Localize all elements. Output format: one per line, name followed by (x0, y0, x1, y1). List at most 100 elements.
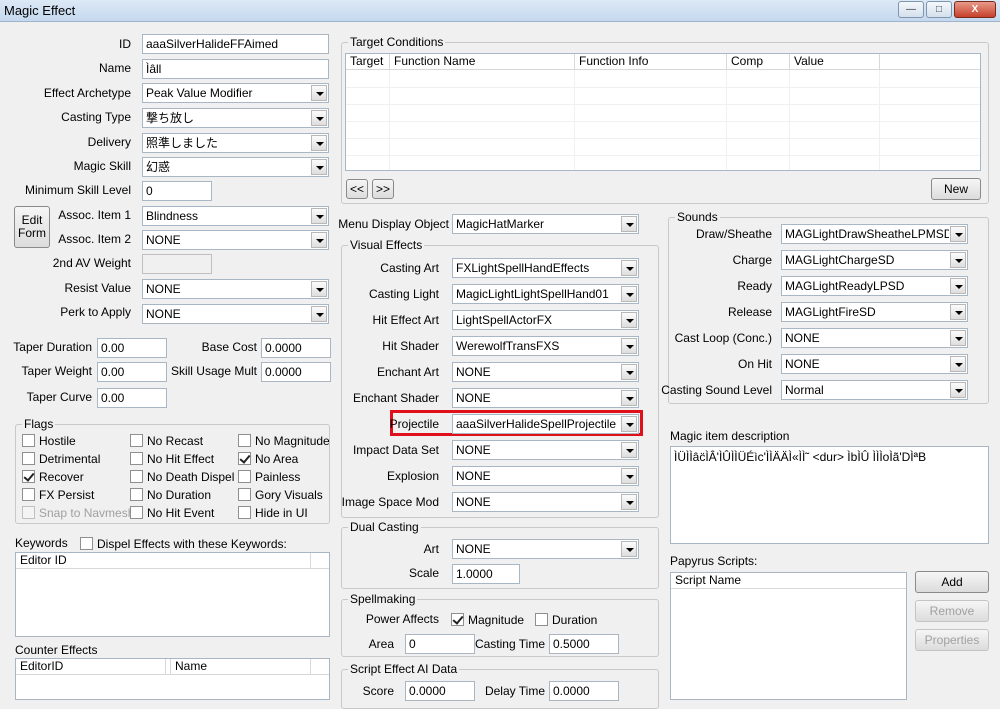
explosion-label: Explosion (386, 469, 439, 483)
maximize-button[interactable]: □ (926, 1, 952, 18)
new-condition-button[interactable]: New (931, 178, 981, 200)
magnitude-checkbox[interactable]: Magnitude (451, 613, 524, 627)
base-cost-input[interactable]: 0.0000 (261, 338, 331, 358)
draw-sheathe-select[interactable]: MAGLightDrawSheatheLPMSD (781, 224, 968, 244)
chevron-down-icon (311, 208, 327, 224)
magic-description-textarea[interactable]: ÌÜÌÌâc̈ÌÂ'ÌÛÌÌÜÉìc'ÌÌÄÄÌ«ÌÌ˜ <dur> ÌbÌÛ … (670, 446, 989, 544)
on-hit-select[interactable]: NONE (781, 354, 968, 374)
enchant-shader-select[interactable]: NONE (452, 388, 639, 408)
minimum-skill-input[interactable]: 0 (142, 181, 212, 201)
casting-sound-level-select[interactable]: Normal (781, 380, 968, 400)
score-input[interactable]: 0.0000 (405, 681, 475, 701)
score-label: Score (362, 684, 394, 698)
casting-time-input[interactable]: 0.5000 (549, 634, 619, 654)
checkbox-icon (238, 488, 251, 501)
comp-column-header[interactable]: Comp (727, 54, 790, 70)
ready-label: Ready (737, 279, 772, 293)
casting-art-select[interactable]: FXLightSpellHandEffects (452, 258, 639, 278)
skill-usage-mult-input[interactable]: 0.0000 (261, 362, 331, 382)
hit-effect-art-select[interactable]: LightSpellActorFX (452, 310, 639, 330)
keywords-column-filler (311, 553, 329, 569)
effect-archetype-select[interactable]: Peak Value Modifier (142, 83, 329, 103)
casting-type-select[interactable]: 撃ち放し (142, 108, 329, 128)
menu-display-label: Menu Display Object (338, 217, 449, 231)
next-button[interactable]: >> (372, 179, 394, 199)
dual-scale-input[interactable]: 1.0000 (452, 564, 520, 584)
cast-loop-select[interactable]: NONE (781, 328, 968, 348)
taper-weight-input[interactable]: 0.00 (97, 362, 167, 382)
window-title: Magic Effect (4, 3, 76, 18)
script-properties-button[interactable]: Properties (915, 629, 989, 651)
assoc-item-1-select[interactable]: Blindness (142, 206, 329, 226)
edit-form-button[interactable]: Edit Form (14, 206, 50, 248)
enchant-art-select[interactable]: NONE (452, 362, 639, 382)
keywords-list[interactable]: Editor ID (15, 552, 330, 637)
minimize-button[interactable]: — (898, 1, 924, 18)
counter-name-header[interactable]: Name (171, 659, 311, 675)
menu-display-select[interactable]: MagicHatMarker (452, 214, 639, 234)
impact-data-set-select[interactable]: NONE (452, 440, 639, 460)
charge-select[interactable]: MAGLightChargeSD (781, 250, 968, 270)
flag-checkbox[interactable]: Snap to Navmesh (22, 506, 134, 520)
flag-checkbox[interactable]: No Duration (130, 488, 211, 502)
ready-select[interactable]: MAGLightReadyLPSD (781, 276, 968, 296)
flag-checkbox[interactable]: FX Persist (22, 488, 94, 502)
remove-script-button[interactable]: Remove (915, 600, 989, 622)
counter-editorid-header[interactable]: EditorID (16, 659, 166, 675)
papyrus-scripts-list[interactable]: Script Name (670, 572, 907, 700)
flag-checkbox[interactable]: Painless (238, 470, 300, 484)
flag-checkbox[interactable]: No Hit Event (130, 506, 214, 520)
flag-checkbox[interactable]: Hostile (22, 434, 76, 448)
casting-light-select[interactable]: MagicLightLightSpellHand01 (452, 284, 639, 304)
enchant-shader-label: Enchant Shader (352, 391, 439, 405)
function-name-column-header[interactable]: Function Name (390, 54, 575, 70)
release-select[interactable]: MAGLightFireSD (781, 302, 968, 322)
dual-art-select[interactable]: NONE (452, 539, 639, 559)
name-input[interactable]: Ìâll (142, 59, 329, 79)
chevron-down-icon (311, 281, 327, 297)
function-info-column-header[interactable]: Function Info (575, 54, 727, 70)
resist-value-select[interactable]: NONE (142, 279, 329, 299)
flag-checkbox[interactable]: Gory Visuals (238, 488, 323, 502)
id-input[interactable]: aaaSilverHalideFFAimed (142, 34, 329, 54)
hit-shader-select[interactable]: WerewolfTransFXS (452, 336, 639, 356)
script-name-column-header[interactable]: Script Name (671, 573, 906, 589)
image-space-mod-select[interactable]: NONE (452, 492, 639, 512)
target-conditions-list[interactable]: Target Function Name Function Info Comp … (345, 53, 981, 171)
explosion-select[interactable]: NONE (452, 466, 639, 486)
perk-select[interactable]: NONE (142, 304, 329, 324)
value-column-header[interactable]: Value (790, 54, 880, 70)
delivery-select[interactable]: 照準しました (142, 133, 329, 153)
flag-checkbox[interactable]: Detrimental (22, 452, 100, 466)
checkbox-checked-icon (22, 470, 35, 483)
target-column-header[interactable]: Target (346, 54, 390, 70)
taper-duration-input[interactable]: 0.00 (97, 338, 167, 358)
delay-time-input[interactable]: 0.0000 (549, 681, 619, 701)
checkbox-icon (130, 506, 143, 519)
chevron-down-icon (311, 110, 327, 126)
flag-checkbox[interactable]: No Death Dispel (130, 470, 234, 484)
flag-checkbox[interactable]: Hide in UI (238, 506, 308, 520)
previous-button[interactable]: << (346, 179, 368, 199)
chevron-down-icon (311, 306, 327, 322)
delivery-label: Delivery (87, 135, 131, 149)
checkbox-icon (130, 452, 143, 465)
flag-checkbox[interactable]: No Recast (130, 434, 203, 448)
second-av-weight-input[interactable] (142, 254, 212, 274)
projectile-select[interactable]: aaaSilverHalideSpellProjectile (452, 414, 639, 434)
magic-skill-label: Magic Skill (73, 159, 131, 173)
keywords-column-header[interactable]: Editor ID (16, 553, 311, 569)
taper-curve-input[interactable]: 0.00 (97, 388, 167, 408)
magic-skill-select[interactable]: 幻惑 (142, 157, 329, 177)
duration-checkbox[interactable]: Duration (535, 613, 597, 627)
close-button[interactable]: X (954, 1, 996, 18)
flag-checkbox[interactable]: No Magnitude (238, 434, 330, 448)
flag-checkbox[interactable]: Recover (22, 470, 84, 484)
add-script-button[interactable]: Add (915, 571, 989, 593)
area-input[interactable]: 0 (405, 634, 475, 654)
assoc-item-2-select[interactable]: NONE (142, 230, 329, 250)
counter-effects-list[interactable]: EditorID Name (15, 658, 330, 700)
flag-checkbox[interactable]: No Hit Effect (130, 452, 214, 466)
dispel-keywords-checkbox[interactable]: Dispel Effects with these Keywords: (80, 537, 287, 551)
flag-checkbox[interactable]: No Area (238, 452, 298, 466)
